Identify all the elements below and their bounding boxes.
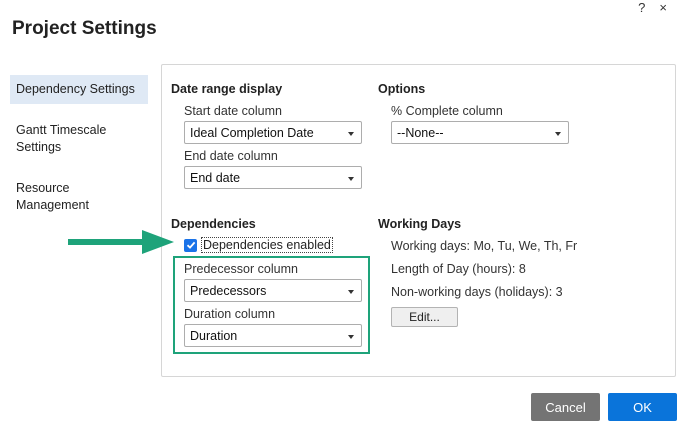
start-date-value: Ideal Completion Date	[190, 125, 314, 140]
end-date-value: End date	[190, 170, 241, 185]
sidebar-item-resource-management[interactable]: Resource Management	[10, 174, 148, 220]
cancel-button[interactable]: Cancel	[531, 393, 600, 421]
end-date-select[interactable]: End date	[184, 166, 362, 189]
settings-sidebar: Dependency Settings Gantt Timescale Sett…	[10, 75, 148, 232]
dependencies-enabled-row[interactable]: Dependencies enabled	[184, 237, 333, 253]
sidebar-item-gantt-timescale-settings[interactable]: Gantt Timescale Settings	[10, 116, 148, 162]
date-range-heading: Date range display	[171, 82, 283, 96]
chevron-down-icon	[348, 290, 354, 294]
dialog-title: Project Settings	[12, 18, 157, 39]
sidebar-item-dependency-settings[interactable]: Dependency Settings	[10, 75, 148, 104]
predecessor-column-label: Predecessor column	[184, 262, 298, 276]
arrow-right-icon	[68, 230, 174, 254]
window-controls: ? ×	[638, 0, 667, 15]
complete-column-label: % Complete column	[391, 104, 503, 118]
help-icon[interactable]: ?	[638, 0, 645, 15]
ok-button[interactable]: OK	[608, 393, 677, 421]
chevron-down-icon	[348, 177, 354, 181]
checkmark-icon	[186, 241, 195, 249]
non-working-days-text: Non-working days (holidays): 3	[391, 285, 563, 299]
chevron-down-icon	[555, 132, 561, 136]
start-date-label: Start date column	[184, 104, 282, 118]
working-days-text: Working days: Mo, Tu, We, Th, Fr	[391, 239, 578, 253]
predecessor-column-select[interactable]: Predecessors	[184, 279, 362, 302]
predecessor-column-value: Predecessors	[190, 283, 267, 298]
dependencies-enabled-checkbox[interactable]	[184, 238, 197, 252]
duration-column-label: Duration column	[184, 307, 276, 321]
complete-column-select[interactable]: --None--	[391, 121, 569, 144]
duration-column-select[interactable]: Duration	[184, 324, 362, 347]
complete-column-value: --None--	[397, 125, 444, 140]
working-days-heading: Working Days	[378, 217, 462, 231]
start-date-select[interactable]: Ideal Completion Date	[184, 121, 362, 144]
close-icon[interactable]: ×	[659, 0, 667, 15]
dependencies-enabled-label[interactable]: Dependencies enabled	[201, 237, 333, 253]
options-heading: Options	[378, 82, 426, 96]
length-of-day-text: Length of Day (hours): 8	[391, 262, 526, 276]
dependencies-heading: Dependencies	[171, 217, 256, 231]
duration-column-value: Duration	[190, 328, 238, 343]
end-date-label: End date column	[184, 149, 278, 163]
chevron-down-icon	[348, 132, 354, 136]
edit-working-days-button[interactable]: Edit...	[391, 307, 458, 327]
chevron-down-icon	[348, 335, 354, 339]
